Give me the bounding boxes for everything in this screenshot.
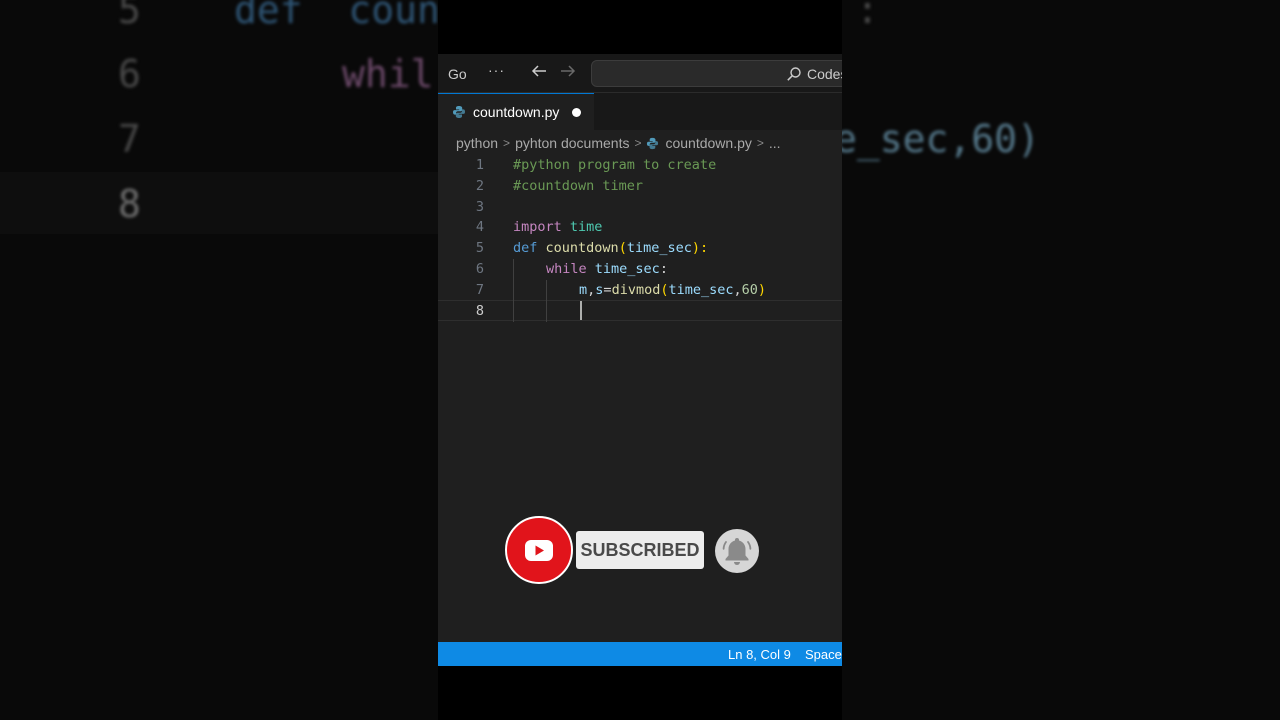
- chevron-right-icon: >: [756, 136, 764, 150]
- module-name: time: [569, 219, 603, 235]
- line-number: 8: [475, 303, 484, 319]
- line-number: 3: [475, 199, 484, 215]
- text-cursor: [580, 301, 582, 320]
- notification-bell-icon[interactable]: [715, 529, 759, 573]
- parameter: time_sec: [626, 240, 692, 256]
- subscribed-button[interactable]: SUBSCRIBED: [576, 531, 704, 569]
- code-line: 4 import time: [438, 217, 842, 238]
- title-bar: Go ··· Codes: [438, 54, 842, 93]
- comment: #python program to create: [513, 157, 717, 173]
- tab-label: countdown.py: [473, 104, 560, 120]
- search-icon: [786, 66, 802, 85]
- search-label: Codes: [807, 66, 842, 82]
- code-line: 5 def countdown(time_sec):: [438, 238, 842, 259]
- current-line: 8: [438, 300, 842, 321]
- line-number: 7: [475, 282, 484, 298]
- line-number: 4: [475, 219, 484, 235]
- tab-bar: countdown.py: [438, 93, 842, 130]
- breadcrumb-subfolder[interactable]: pyhton documents: [515, 135, 629, 151]
- keyword: import: [513, 219, 562, 235]
- code-editor-window: Go ··· Codes countdown.py: [438, 54, 842, 666]
- breadcrumb-folder[interactable]: python: [456, 135, 498, 151]
- code-line: 7 m,s=divmod(time_sec,60): [438, 280, 842, 301]
- command-center-search[interactable]: Codes: [591, 60, 842, 87]
- indent-guide: [546, 280, 547, 322]
- tab-countdown-py[interactable]: countdown.py: [438, 93, 594, 130]
- blurred-background-left: 5 def coun 6 whil 7 8: [0, 0, 438, 720]
- python-file-icon: [646, 137, 659, 150]
- unsaved-dot-icon[interactable]: [572, 108, 581, 117]
- code-line: 2 #countdown timer: [438, 176, 842, 197]
- chevron-right-icon: >: [634, 136, 642, 150]
- code-line: 3: [438, 197, 842, 218]
- youtube-play-icon[interactable]: [510, 521, 568, 579]
- function-call: divmod: [611, 282, 661, 298]
- back-arrow-icon[interactable]: [530, 63, 548, 82]
- breadcrumb: python > pyhton documents > countdown.py…: [456, 134, 781, 152]
- chevron-right-icon: >: [503, 136, 511, 150]
- keyword: def: [513, 240, 538, 256]
- number-literal: 60: [741, 282, 758, 298]
- forward-arrow-icon[interactable]: [559, 63, 577, 82]
- cursor-position[interactable]: Ln 8, Col 9: [728, 647, 791, 662]
- line-number: 6: [475, 261, 484, 277]
- breadcrumb-file[interactable]: countdown.py: [665, 135, 751, 151]
- more-menu-button[interactable]: ···: [488, 62, 505, 78]
- line-number: 5: [475, 240, 484, 256]
- variable: time_sec: [594, 261, 660, 277]
- blurred-background-right: : e_sec,60): [842, 0, 1280, 720]
- menu-go[interactable]: Go: [448, 66, 467, 82]
- line-number: 1: [475, 157, 484, 173]
- indentation-setting[interactable]: Spaces: [805, 647, 842, 662]
- keyword: while: [546, 261, 587, 277]
- breadcrumb-more[interactable]: ...: [769, 135, 781, 151]
- status-bar: Ln 8, Col 9 Spaces: [438, 642, 842, 666]
- video-frame: Go ··· Codes countdown.py: [438, 0, 842, 720]
- indent-guide: [513, 259, 514, 322]
- line-number: 2: [475, 178, 484, 194]
- python-file-icon: [452, 105, 466, 124]
- comment: #countdown timer: [513, 178, 644, 194]
- code-line: 6 while time_sec:: [438, 259, 842, 280]
- function-name: countdown: [545, 240, 619, 256]
- code-line: 1 #python program to create: [438, 155, 842, 176]
